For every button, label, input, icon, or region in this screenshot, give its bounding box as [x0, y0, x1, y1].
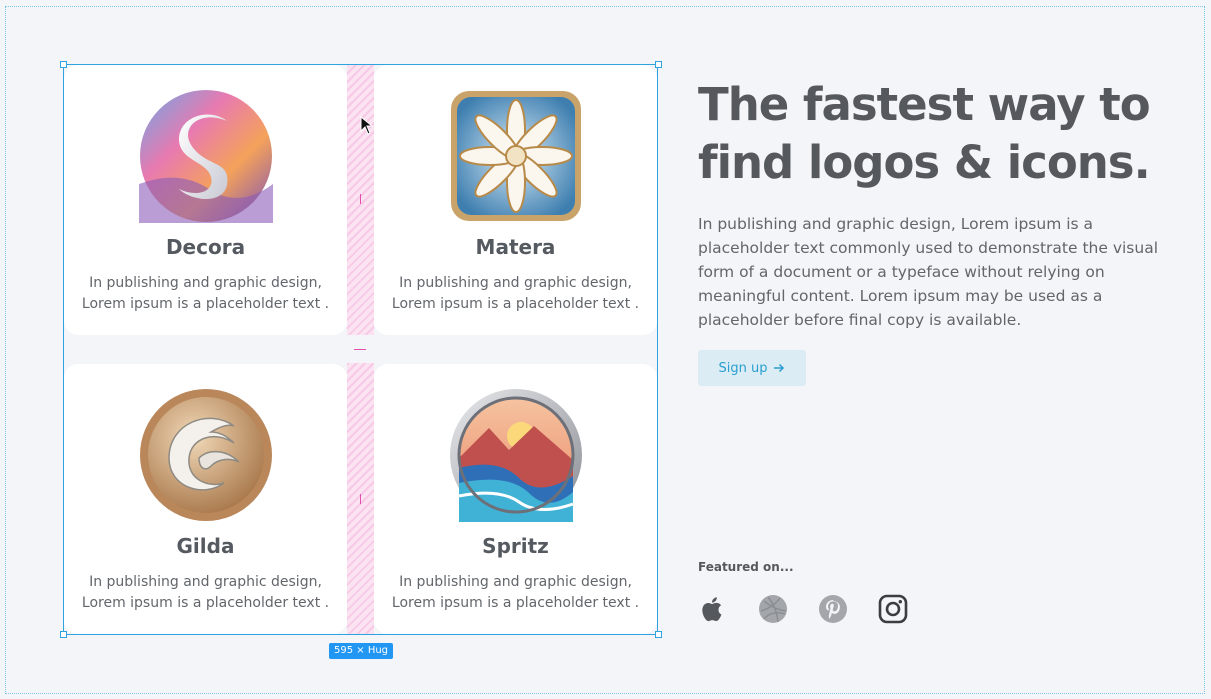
pinterest-icon[interactable] — [818, 594, 848, 624]
sign-up-label: Sign up — [718, 360, 768, 376]
resize-handle-bottom-right[interactable] — [655, 631, 662, 638]
resize-handle-top-right[interactable] — [655, 61, 662, 68]
instagram-icon[interactable] — [878, 594, 908, 624]
featured-label: Featured on... — [698, 560, 794, 574]
arrow-right-icon — [774, 363, 785, 373]
sign-up-button[interactable]: Sign up — [698, 350, 806, 386]
resize-handle-top-left[interactable] — [60, 61, 67, 68]
dribbble-icon[interactable] — [758, 594, 788, 624]
hero-description: In publishing and graphic design, Lorem … — [698, 215, 1159, 329]
size-badge: 595 × Hug — [329, 643, 394, 659]
resize-handle-bottom-left[interactable] — [60, 631, 67, 638]
apple-icon[interactable] — [698, 594, 728, 624]
hero-title: The fastest way to find logos & icons. — [698, 78, 1151, 189]
selection-box[interactable] — [63, 64, 658, 635]
mouse-cursor-icon — [360, 116, 374, 135]
